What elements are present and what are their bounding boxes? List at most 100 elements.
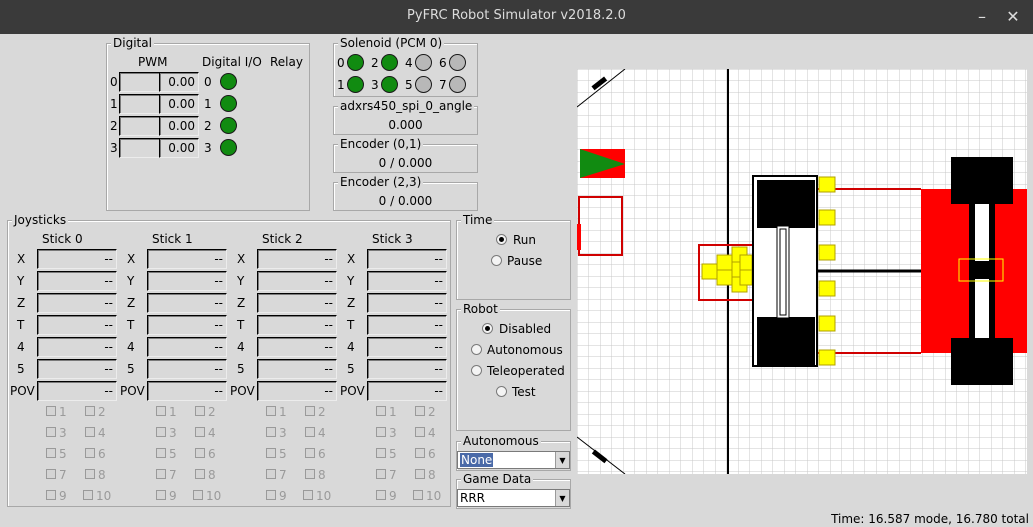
- button-checkbox[interactable]: [46, 490, 56, 500]
- button-checkbox[interactable]: [376, 406, 386, 416]
- button-checkbox[interactable]: [266, 490, 276, 500]
- dio-led[interactable]: [220, 95, 237, 112]
- axis-label: 5: [127, 362, 135, 376]
- button-checkbox[interactable]: [266, 427, 276, 437]
- solenoid-led[interactable]: [415, 76, 432, 93]
- button-checkbox[interactable]: [46, 406, 56, 416]
- button-checkbox[interactable]: [46, 448, 56, 458]
- pwm-index: 0: [110, 75, 118, 89]
- axis-label: T: [17, 318, 25, 332]
- button-checkbox[interactable]: [415, 448, 425, 458]
- dio-led[interactable]: [220, 73, 237, 90]
- axis-value: --: [37, 293, 117, 313]
- button-checkbox[interactable]: [376, 427, 386, 437]
- solenoid-index: 7: [439, 78, 447, 92]
- solenoid-index: 5: [405, 78, 413, 92]
- solenoid-led[interactable]: [347, 54, 364, 71]
- button-checkbox[interactable]: [156, 490, 166, 500]
- solenoid-led[interactable]: [415, 54, 432, 71]
- button-checkbox[interactable]: [305, 406, 315, 416]
- button-checkbox[interactable]: [46, 427, 56, 437]
- button-checkbox[interactable]: [376, 469, 386, 479]
- solenoid-index: 0: [337, 56, 345, 70]
- dio-led[interactable]: [220, 117, 237, 134]
- button-checkbox[interactable]: [85, 469, 95, 479]
- run-radio[interactable]: [496, 234, 507, 245]
- gamedata-select[interactable]: RRR ▼: [457, 489, 570, 507]
- button-checkbox[interactable]: [415, 427, 425, 437]
- button-checkbox[interactable]: [303, 490, 313, 500]
- axis-value: --: [367, 359, 447, 379]
- button-label: 9: [169, 489, 177, 503]
- solenoid-led[interactable]: [381, 54, 398, 71]
- pause-radio[interactable]: [491, 255, 502, 266]
- switch-cube: [818, 315, 836, 332]
- disabled-radio[interactable]: [482, 323, 493, 334]
- button-checkbox[interactable]: [193, 490, 203, 500]
- button-checkbox[interactable]: [195, 469, 205, 479]
- button-checkbox[interactable]: [85, 427, 95, 437]
- teleoperated-radio[interactable]: [471, 365, 482, 376]
- minimize-icon[interactable]: –: [971, 6, 993, 28]
- solenoid-led[interactable]: [449, 54, 466, 71]
- button-checkbox[interactable]: [415, 406, 425, 416]
- encoder23-value: 0 / 0.000: [378, 194, 433, 208]
- button-checkbox[interactable]: [376, 490, 386, 500]
- button-checkbox[interactable]: [85, 406, 95, 416]
- button-checkbox[interactable]: [305, 469, 315, 479]
- axis-label: X: [127, 252, 136, 266]
- button-checkbox[interactable]: [195, 448, 205, 458]
- chevron-down-icon[interactable]: ▼: [555, 490, 569, 506]
- axis-label: Y: [237, 274, 245, 288]
- close-icon[interactable]: ✕: [1002, 6, 1024, 28]
- button-checkbox[interactable]: [156, 448, 166, 458]
- autonomous-select[interactable]: None ▼: [457, 451, 570, 469]
- button-label: 4: [208, 426, 216, 440]
- button-checkbox[interactable]: [156, 427, 166, 437]
- gyro-value: 0.000: [388, 118, 423, 132]
- button-checkbox[interactable]: [266, 406, 276, 416]
- button-checkbox[interactable]: [413, 490, 423, 500]
- autonomous-radio[interactable]: [471, 344, 482, 355]
- button-checkbox[interactable]: [156, 406, 166, 416]
- button-label: 10: [316, 489, 332, 503]
- button-checkbox[interactable]: [305, 427, 315, 437]
- solenoid-led[interactable]: [449, 76, 466, 93]
- test-radio[interactable]: [496, 386, 507, 397]
- autonomous-select-value: None: [460, 453, 494, 467]
- encoder23-group: Encoder (2,3) 0 / 0.000: [333, 174, 478, 211]
- button-checkbox[interactable]: [195, 406, 205, 416]
- switch-cube: [818, 349, 836, 366]
- pause-label[interactable]: Pause: [507, 254, 542, 268]
- axis-value: --: [367, 249, 447, 269]
- button-checkbox[interactable]: [266, 469, 276, 479]
- solenoid-led[interactable]: [381, 76, 398, 93]
- axis-value: --: [147, 337, 227, 357]
- button-checkbox[interactable]: [305, 448, 315, 458]
- robot-legend: Robot: [461, 301, 500, 317]
- test-label[interactable]: Test: [512, 385, 536, 399]
- button-checkbox[interactable]: [46, 469, 56, 479]
- scale-center: [969, 261, 995, 279]
- teleoperated-label[interactable]: Teleoperated: [487, 364, 565, 378]
- button-checkbox[interactable]: [376, 448, 386, 458]
- button-label: 4: [98, 426, 106, 440]
- chevron-down-icon[interactable]: ▼: [555, 452, 569, 468]
- dio-led[interactable]: [220, 139, 237, 156]
- button-checkbox[interactable]: [156, 469, 166, 479]
- button-checkbox[interactable]: [83, 490, 93, 500]
- button-checkbox[interactable]: [85, 448, 95, 458]
- button-label: 8: [318, 468, 326, 482]
- button-checkbox[interactable]: [415, 469, 425, 479]
- button-label: 5: [59, 447, 67, 461]
- button-checkbox[interactable]: [195, 427, 205, 437]
- stick-title: Stick 3: [372, 232, 413, 246]
- autonomous-label[interactable]: Autonomous: [487, 343, 563, 357]
- joysticks-legend: Joysticks: [12, 212, 69, 228]
- run-label[interactable]: Run: [513, 233, 536, 247]
- disabled-label[interactable]: Disabled: [499, 322, 551, 336]
- button-checkbox[interactable]: [266, 448, 276, 458]
- gamedata-legend: Game Data: [461, 471, 534, 487]
- field-canvas[interactable]: [577, 69, 1027, 474]
- solenoid-led[interactable]: [347, 76, 364, 93]
